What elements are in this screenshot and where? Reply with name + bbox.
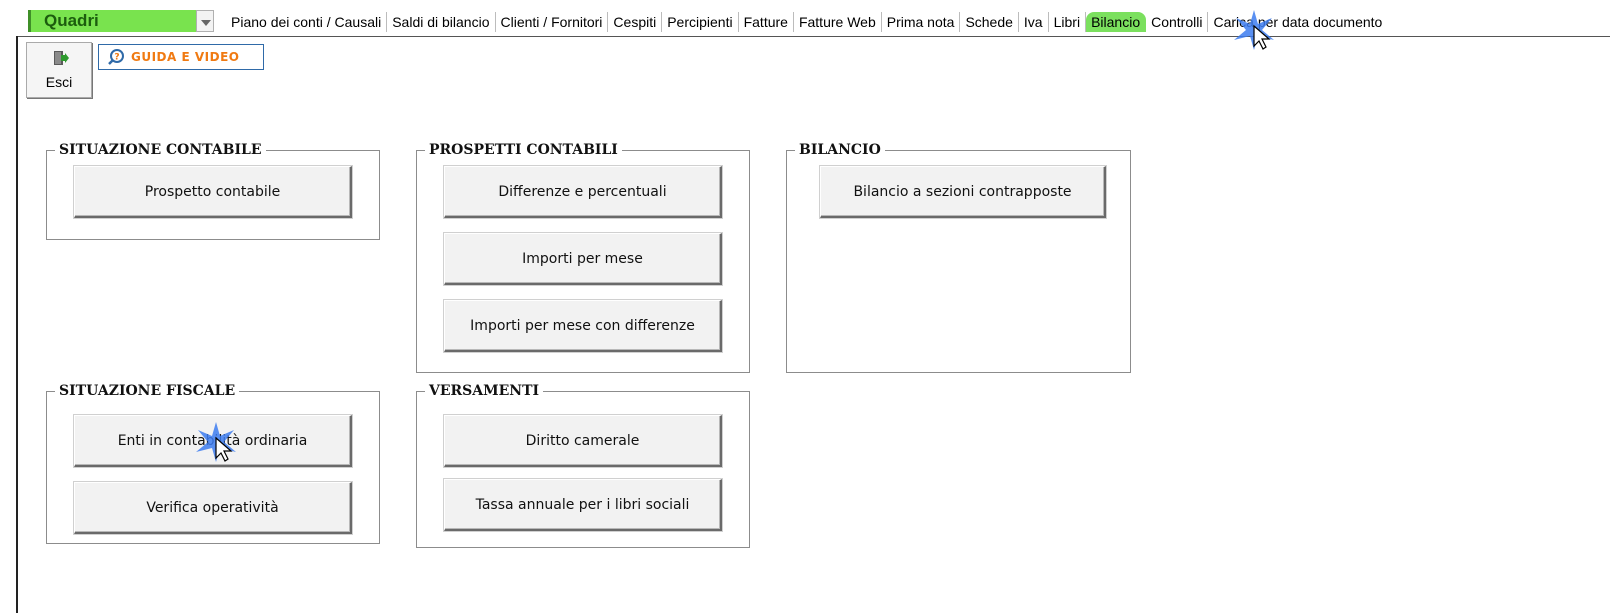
menu-item-fatture-web[interactable]: Fatture Web	[794, 12, 882, 32]
menu-item-cespiti[interactable]: Cespiti	[608, 12, 663, 32]
importi-per-mese-differenze-button[interactable]: Importi per mese con differenze	[444, 300, 722, 352]
menu-divider	[16, 36, 1610, 37]
main-menu: Piano dei conti / Causali Saldi di bilan…	[226, 12, 1387, 32]
exit-label: Esci	[45, 74, 73, 90]
menu-item-schede[interactable]: Schede	[960, 12, 1019, 32]
quadri-dropdown[interactable]: Quadri	[28, 10, 214, 32]
exit-door-icon	[54, 51, 69, 65]
top-menu-bar: Quadri Piano dei conti / Causali Saldi d…	[0, 0, 1610, 38]
menu-item-fatture[interactable]: Fatture	[739, 12, 794, 32]
menu-item-saldi-di-bilancio[interactable]: Saldi di bilancio	[387, 12, 496, 32]
chevron-down-icon[interactable]	[196, 10, 214, 32]
group-situazione-fiscale: SITUAZIONE FISCALE Enti in contabilità o…	[46, 381, 380, 544]
left-border	[16, 36, 18, 613]
bilancio-sezioni-contrapposte-button[interactable]: Bilancio a sezioni contrapposte	[820, 166, 1106, 218]
menu-item-percipienti[interactable]: Percipienti	[662, 12, 739, 32]
group-title: BILANCIO	[795, 140, 885, 160]
quadri-label: Quadri	[44, 11, 99, 30]
menu-item-clienti-fornitori[interactable]: Clienti / Fornitori	[496, 12, 609, 32]
group-title: VERSAMENTI	[425, 381, 544, 401]
group-bilancio: BILANCIO Bilancio a sezioni contrapposte	[786, 140, 1131, 373]
guide-video-button[interactable]: ? GUIDA E VIDEO	[98, 44, 264, 70]
group-title: SITUAZIONE CONTABILE	[55, 140, 266, 160]
group-title: SITUAZIONE FISCALE	[55, 381, 240, 401]
tassa-libri-sociali-button[interactable]: Tassa annuale per i libri sociali	[444, 479, 722, 531]
help-magnifier-icon: ?	[108, 49, 124, 65]
menu-item-libri[interactable]: Libri	[1049, 12, 1087, 32]
menu-item-controlli[interactable]: Controlli	[1146, 12, 1209, 32]
click-cursor-icon	[1234, 10, 1274, 50]
verifica-operativita-button[interactable]: Verifica operatività	[74, 482, 352, 534]
group-situazione-contabile: SITUAZIONE CONTABILE Prospetto contabile	[46, 140, 380, 240]
group-title: PROSPETTI CONTABILI	[425, 140, 622, 160]
menu-item-prima-nota[interactable]: Prima nota	[882, 12, 961, 32]
menu-item-iva[interactable]: Iva	[1019, 12, 1049, 32]
click-cursor-icon	[196, 422, 236, 462]
diritto-camerale-button[interactable]: Diritto camerale	[444, 415, 722, 467]
group-versamenti: VERSAMENTI Diritto camerale Tassa annual…	[416, 381, 750, 548]
menu-item-bilancio[interactable]: Bilancio	[1086, 12, 1147, 32]
exit-button[interactable]: Esci	[26, 42, 92, 98]
svg-text:?: ?	[114, 53, 119, 63]
prospetto-contabile-button[interactable]: Prospetto contabile	[74, 166, 352, 218]
group-prospetti-contabili: PROSPETTI CONTABILI Differenze e percent…	[416, 140, 750, 373]
differenze-percentuali-button[interactable]: Differenze e percentuali	[444, 166, 722, 218]
menu-item-piano-dei-conti[interactable]: Piano dei conti / Causali	[226, 12, 388, 32]
guide-video-label: GUIDA E VIDEO	[131, 50, 240, 64]
importi-per-mese-button[interactable]: Importi per mese	[444, 233, 722, 285]
